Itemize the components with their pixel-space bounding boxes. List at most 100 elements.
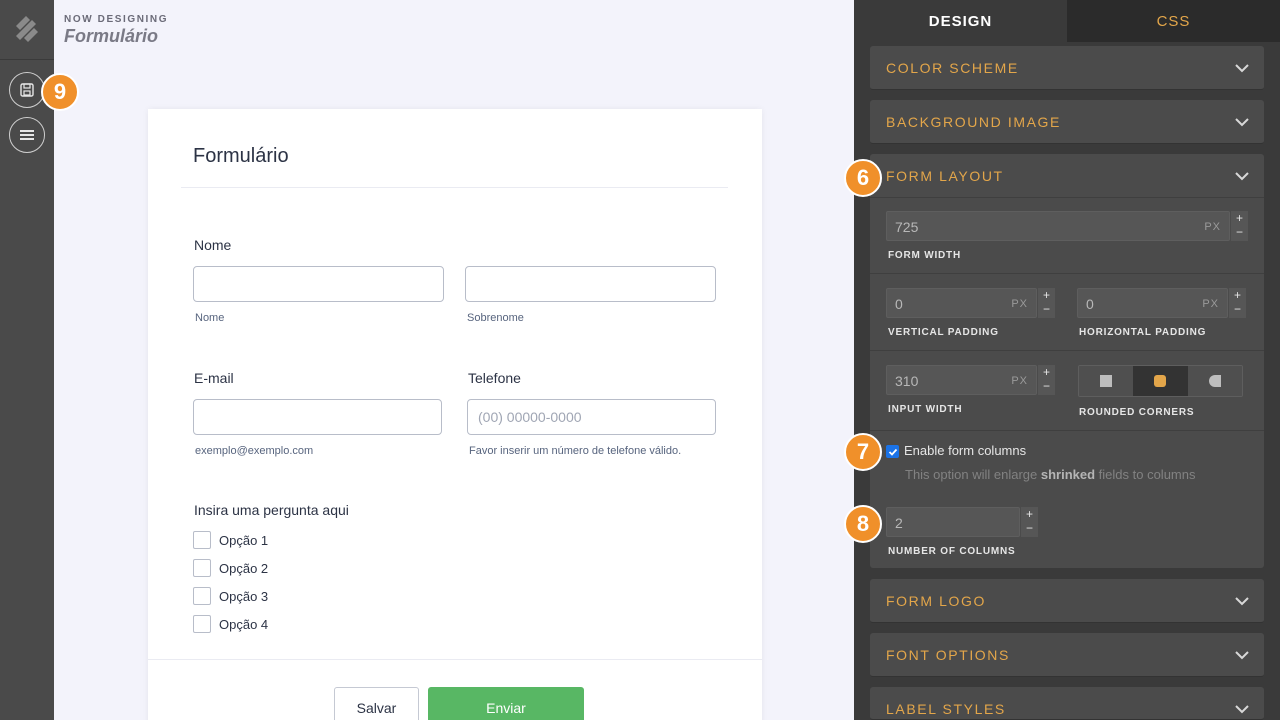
input-width-value: 310 [895, 373, 919, 389]
last-name-input[interactable] [465, 266, 716, 302]
section-background-image[interactable]: BACKGROUND IMAGE [870, 100, 1264, 144]
vertical-padding-input[interactable]: 0 PX [886, 288, 1037, 318]
section-font-options[interactable]: FONT OPTIONS [870, 633, 1264, 677]
decrement-button[interactable]: − [1231, 225, 1248, 239]
section-label-styles[interactable]: LABEL STYLES [870, 687, 1264, 720]
first-name-input[interactable] [193, 266, 444, 302]
section-form-logo[interactable]: FORM LOGO [870, 579, 1264, 623]
checkbox[interactable] [193, 559, 211, 577]
step-badge-9: 9 [41, 73, 79, 111]
number-of-columns-caption: NUMBER OF COLUMNS [888, 546, 1016, 557]
vertical-padding-caption: VERTICAL PADDING [888, 327, 999, 338]
divider [870, 197, 1264, 198]
rounded-corners-caption: ROUNDED CORNERS [1079, 407, 1195, 418]
unit-label: PX [1204, 221, 1221, 233]
chevron-down-icon [1235, 651, 1249, 660]
title-divider [181, 187, 728, 188]
decrement-button[interactable]: − [1229, 302, 1246, 316]
chevron-down-icon [1235, 705, 1249, 714]
number-of-columns-input[interactable]: 2 [886, 507, 1020, 537]
decrement-button[interactable]: − [1021, 521, 1038, 535]
floppy-disk-icon [20, 83, 34, 97]
form-width-stepper[interactable]: + − [1230, 211, 1248, 241]
divider [870, 350, 1264, 351]
decrement-button[interactable]: − [1038, 302, 1055, 316]
tab-css[interactable]: CSS [1067, 0, 1280, 42]
email-sublabel: exemplo@exemplo.com [195, 445, 314, 457]
section-color-scheme[interactable]: COLOR SCHEME [870, 46, 1264, 90]
increment-button[interactable]: + [1038, 288, 1055, 302]
horizontal-padding-input[interactable]: 0 PX [1077, 288, 1228, 318]
unit-label: PX [1011, 298, 1028, 310]
checkbox[interactable] [193, 615, 211, 633]
phone-placeholder: (00) 00000-0000 [478, 409, 582, 425]
divider [870, 273, 1264, 274]
section-title: COLOR SCHEME [886, 60, 1019, 76]
increment-button[interactable]: + [1021, 507, 1038, 521]
unit-label: PX [1202, 298, 1219, 310]
email-label: E-mail [194, 370, 234, 386]
form-title[interactable]: Formulário [193, 145, 289, 168]
form-width-input[interactable]: 725 PX [886, 211, 1230, 241]
left-rail [0, 0, 54, 720]
checkbox[interactable] [193, 531, 211, 549]
checkmark-icon [888, 448, 897, 456]
checkbox[interactable] [193, 587, 211, 605]
form-preview-card: Formulário Nome Nome Sobrenome E-mail ex… [148, 109, 762, 720]
hint-text: fields to columns [1095, 467, 1196, 482]
enable-columns-hint: This option will enlarge shrinked fields… [905, 467, 1195, 482]
design-name[interactable]: Formulário [64, 26, 158, 47]
enable-columns-label[interactable]: Enable form columns [904, 443, 1026, 458]
buttons-divider [148, 659, 762, 660]
corner-option-round[interactable] [1187, 366, 1242, 396]
name-label: Nome [194, 237, 232, 253]
form-width-value: 725 [895, 219, 919, 235]
step-badge-6: 6 [844, 159, 882, 197]
now-designing-label: NOW DESIGNING [64, 14, 169, 25]
checkbox-option[interactable]: Opção 1 [193, 531, 268, 549]
number-of-columns-stepper[interactable]: + − [1020, 507, 1038, 537]
input-width-stepper[interactable]: + − [1037, 365, 1055, 395]
option-label: Opção 3 [219, 588, 269, 604]
option-label: Opção 2 [219, 560, 269, 576]
round-corner-icon [1208, 375, 1221, 387]
enable-columns-checkbox[interactable] [886, 445, 899, 458]
chevron-down-icon[interactable] [1234, 168, 1250, 184]
hint-bold-text: shrinked [1040, 467, 1096, 482]
section-title: LABEL STYLES [886, 701, 1006, 717]
checkbox-option[interactable]: Opção 2 [193, 559, 268, 577]
horizontal-padding-stepper[interactable]: + − [1228, 288, 1246, 318]
email-input[interactable] [193, 399, 442, 435]
vertical-padding-value: 0 [895, 296, 903, 312]
option-label: Opção 4 [219, 616, 269, 632]
save-button[interactable] [9, 72, 45, 108]
chevron-down-icon [1235, 597, 1249, 606]
menu-button[interactable] [9, 117, 45, 153]
checkbox-option[interactable]: Opção 4 [193, 615, 268, 633]
phone-input[interactable]: (00) 00000-0000 [467, 399, 716, 435]
form-save-button[interactable]: Salvar [334, 687, 419, 720]
section-title[interactable]: FORM LAYOUT [886, 168, 1004, 184]
rounded-corner-icon [1154, 375, 1167, 387]
increment-button[interactable]: + [1038, 365, 1055, 379]
corner-option-square[interactable] [1079, 366, 1134, 396]
section-title: FORM LOGO [886, 593, 986, 609]
increment-button[interactable]: + [1231, 211, 1248, 225]
panel-tabs: DESIGN CSS [854, 0, 1280, 42]
app-logo[interactable] [0, 0, 54, 60]
input-width-caption: INPUT WIDTH [888, 404, 963, 415]
tab-design[interactable]: DESIGN [854, 0, 1067, 42]
decrement-button[interactable]: − [1038, 379, 1055, 393]
logo-icon [16, 16, 38, 42]
input-width-input[interactable]: 310 PX [886, 365, 1037, 395]
increment-button[interactable]: + [1229, 288, 1246, 302]
phone-label: Telefone [468, 370, 521, 386]
last-name-sublabel: Sobrenome [467, 312, 524, 324]
form-submit-button[interactable]: Enviar [428, 687, 584, 720]
unit-label: PX [1011, 375, 1028, 387]
first-name-sublabel: Nome [195, 312, 225, 324]
checkbox-option[interactable]: Opção 3 [193, 587, 268, 605]
vertical-padding-stepper[interactable]: + − [1037, 288, 1055, 318]
corner-option-rounded[interactable] [1133, 366, 1188, 396]
horizontal-padding-value: 0 [1086, 296, 1094, 312]
